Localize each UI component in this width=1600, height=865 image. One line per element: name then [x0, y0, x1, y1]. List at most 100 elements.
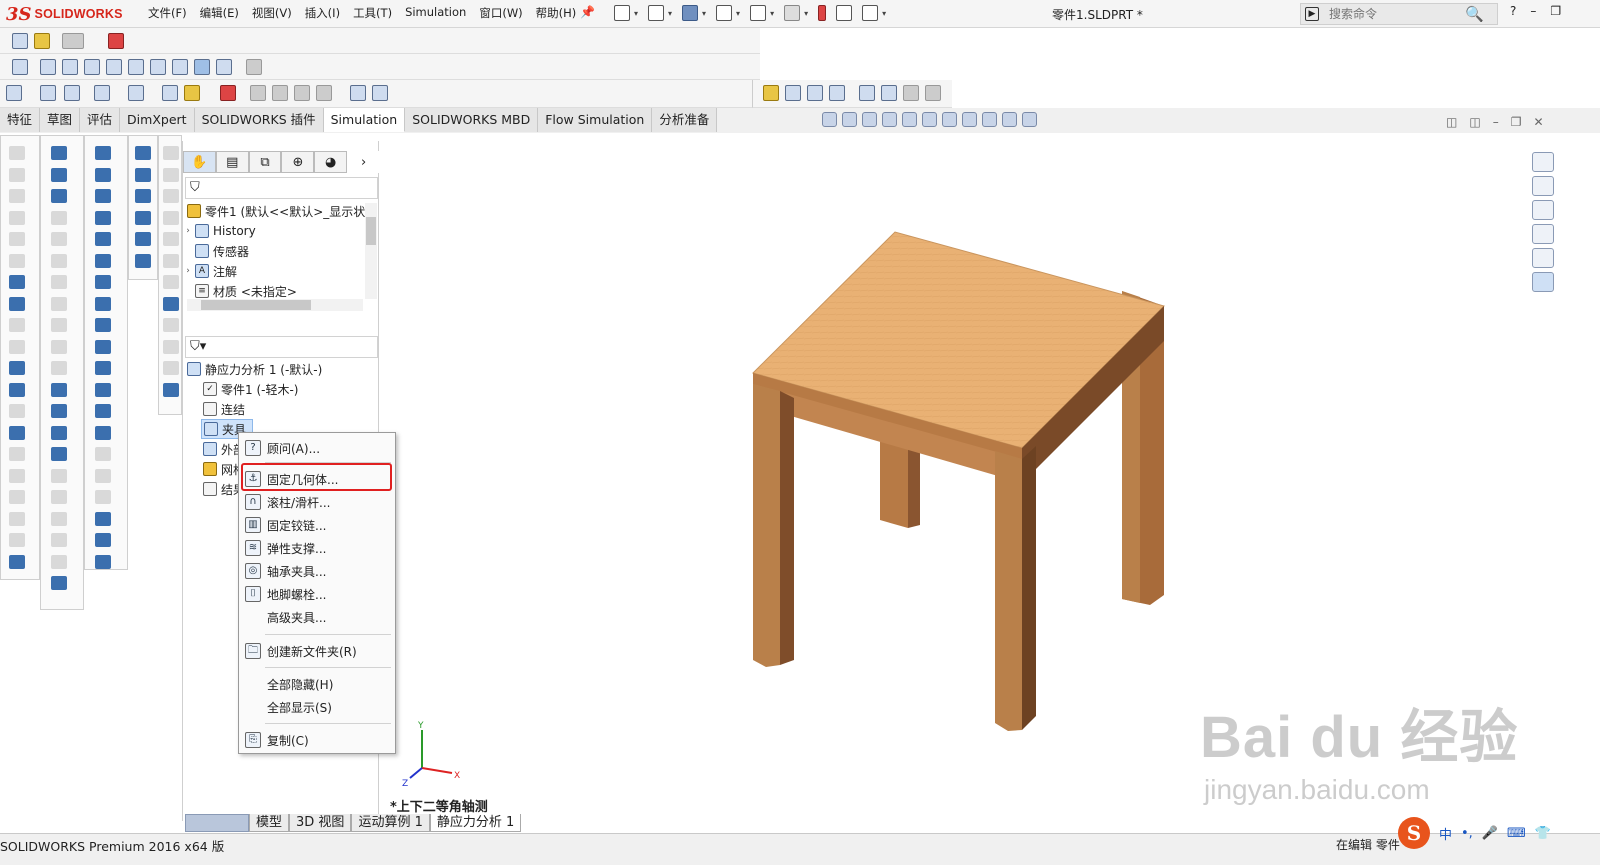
punctuation-icon[interactable]: •,: [1461, 826, 1473, 841]
hide-show-icon[interactable]: [962, 112, 977, 127]
file-properties-icon[interactable]: [836, 5, 853, 21]
help-icon[interactable]: ?: [1510, 4, 1516, 18]
appearance-icon[interactable]: [108, 33, 124, 49]
tab-model[interactable]: 模型: [249, 814, 290, 832]
results-icon[interactable]: [220, 85, 236, 101]
study-icon[interactable]: [64, 85, 80, 101]
command-icon[interactable]: [9, 167, 25, 182]
command-icon[interactable]: [163, 189, 179, 203]
command-icon[interactable]: [51, 339, 67, 354]
command-icon[interactable]: [95, 339, 111, 354]
command-icon[interactable]: [95, 296, 111, 311]
expand-arrow-icon[interactable]: ›: [183, 266, 193, 276]
command-icon[interactable]: [9, 296, 25, 311]
zoom-to-fit-icon[interactable]: [822, 112, 837, 127]
view-palette-icon[interactable]: [1532, 224, 1554, 244]
menu-item-elastic-support[interactable]: ≋ 弹性支撑...: [241, 537, 393, 559]
command-icon[interactable]: [9, 404, 25, 418]
sim-item-connections[interactable]: 连结: [201, 399, 245, 419]
command-icon[interactable]: [51, 490, 67, 504]
home-icon[interactable]: [1532, 152, 1554, 172]
command-icon[interactable]: [51, 576, 67, 590]
command-icon[interactable]: [163, 361, 179, 375]
new-document-icon[interactable]: [614, 5, 630, 21]
command-icon[interactable]: [51, 511, 67, 526]
command-icon[interactable]: [95, 447, 111, 461]
menu-help[interactable]: 帮助(H): [536, 5, 577, 21]
view-front-icon[interactable]: [40, 59, 56, 75]
tree-filter-bar[interactable]: ⛉: [185, 177, 378, 199]
toolbar-icon[interactable]: [925, 85, 941, 101]
restore-icon[interactable]: ❐: [1550, 4, 1561, 18]
microphone-icon[interactable]: 🎤: [1482, 826, 1498, 841]
command-icon[interactable]: [9, 533, 25, 547]
command-icon[interactable]: [51, 189, 67, 203]
command-icon[interactable]: [51, 318, 67, 332]
command-icon[interactable]: [95, 189, 111, 203]
study-root-node[interactable]: 静应力分析 1 (-默认-): [185, 359, 322, 379]
menu-item-create-folder[interactable]: 🗀 创建新文件夹(R): [241, 640, 393, 662]
sim-filter-bar[interactable]: ⛉▾: [185, 336, 378, 358]
expand-arrow-icon[interactable]: ›: [183, 226, 193, 236]
appearances-icon[interactable]: [1532, 248, 1554, 268]
sim-item-part[interactable]: ✓ 零件1 (-轻木-): [201, 379, 298, 399]
sketch-pen-icon[interactable]: [246, 59, 262, 75]
command-icon[interactable]: [135, 189, 151, 203]
toolbar-icon[interactable]: [250, 85, 266, 101]
command-icon[interactable]: [95, 167, 111, 182]
zoom-area-icon[interactable]: [842, 112, 857, 127]
load-icon[interactable]: [94, 85, 110, 101]
previous-view-icon[interactable]: [862, 112, 877, 127]
configuration-manager-tab-icon[interactable]: ⧉: [248, 151, 282, 173]
file-explorer-icon[interactable]: [1532, 200, 1554, 220]
search-icon[interactable]: 🔍: [1465, 5, 1484, 23]
search-mode-icon[interactable]: ▶: [1305, 7, 1319, 21]
command-icon[interactable]: [163, 146, 179, 160]
command-icon[interactable]: [95, 382, 111, 397]
fixture-icon[interactable]: [128, 85, 144, 101]
tab-features[interactable]: 特征: [0, 108, 41, 132]
toolbar-icon[interactable]: [34, 33, 50, 49]
display-style-icon[interactable]: [942, 112, 957, 127]
command-icon[interactable]: [95, 554, 111, 569]
toolbar-icon[interactable]: [272, 85, 288, 101]
scroll-thumb[interactable]: [201, 300, 311, 310]
tab-motion-study[interactable]: 运动算例 1: [351, 814, 430, 832]
command-icon[interactable]: [51, 425, 67, 440]
tab-flow-simulation[interactable]: Flow Simulation: [538, 108, 653, 132]
command-icon[interactable]: [95, 533, 111, 547]
menu-file[interactable]: 文件(F): [148, 5, 187, 21]
command-icon[interactable]: [135, 232, 151, 246]
command-icon[interactable]: [51, 210, 67, 225]
scroll-thumb[interactable]: [366, 217, 376, 245]
front-left-leg[interactable]: [753, 384, 780, 667]
command-icon[interactable]: [51, 447, 67, 461]
command-icon[interactable]: [95, 361, 111, 375]
view-top-icon[interactable]: [128, 59, 144, 75]
dynamic-annotation-icon[interactable]: [902, 112, 917, 127]
command-icon[interactable]: [51, 361, 67, 375]
toolbar-icon[interactable]: [903, 85, 919, 101]
command-icon[interactable]: [135, 146, 151, 160]
command-icon[interactable]: [95, 318, 111, 332]
command-icon[interactable]: [95, 253, 111, 268]
command-icon[interactable]: [51, 554, 67, 569]
tab-analysis-prep[interactable]: 分析准备: [652, 108, 718, 132]
view-iso-icon[interactable]: [172, 59, 188, 75]
tree-item-material[interactable]: ≡ 材质 <未指定>: [183, 281, 297, 301]
select-icon[interactable]: [784, 5, 801, 21]
minimize-icon[interactable]: –: [1530, 4, 1536, 18]
toolbar-icon[interactable]: [881, 85, 897, 101]
menu-item-copy[interactable]: ⎘ 复制(C): [241, 729, 393, 751]
command-icon[interactable]: [51, 468, 67, 483]
menu-window[interactable]: 窗口(W): [479, 5, 522, 21]
options-gear-icon[interactable]: [862, 5, 879, 21]
doc-close-icon[interactable]: ✕: [1533, 115, 1543, 129]
toolbar-icon[interactable]: [294, 85, 310, 101]
command-icon[interactable]: [95, 490, 111, 504]
menu-item-hide-all[interactable]: 全部隐藏(H): [241, 673, 393, 695]
command-icon[interactable]: [51, 296, 67, 311]
search-input[interactable]: [1329, 7, 1459, 21]
command-icon[interactable]: [9, 554, 25, 569]
tree-horizontal-scrollbar[interactable]: [187, 299, 363, 311]
